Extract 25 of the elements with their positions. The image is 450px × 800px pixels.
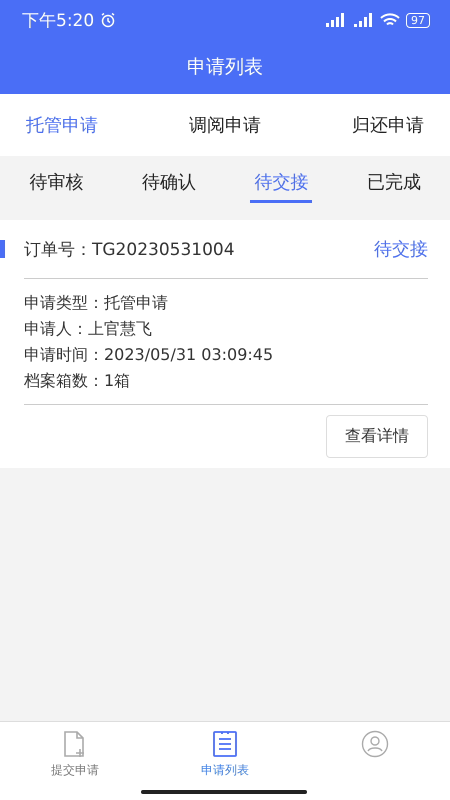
order-field: 申请类型：托管申请 bbox=[24, 291, 428, 314]
status-time: 下午5:20 bbox=[22, 10, 94, 32]
battery-indicator: 97 bbox=[406, 12, 430, 28]
nav-item[interactable]: 提交申请 bbox=[0, 722, 150, 800]
status-tab[interactable]: 待交接 bbox=[250, 164, 312, 202]
signal-icon bbox=[354, 13, 374, 27]
view-details-button[interactable]: 查看详情 bbox=[326, 415, 428, 458]
status-tab[interactable]: 已完成 bbox=[362, 164, 425, 202]
order-number: 订单号：TG20230531004 bbox=[24, 238, 235, 260]
status-tab[interactable]: 待审核 bbox=[25, 164, 88, 202]
status-tab[interactable]: 待确认 bbox=[138, 164, 200, 202]
page-title: 申请列表 bbox=[187, 55, 263, 80]
order-field: 申请人：上官慧飞 bbox=[24, 317, 428, 340]
order-field: 档案箱数：1箱 bbox=[24, 369, 428, 392]
clipboard-list-icon bbox=[211, 730, 239, 758]
profile-icon bbox=[361, 730, 389, 758]
accent-bar bbox=[0, 240, 5, 258]
wifi-icon bbox=[380, 12, 400, 28]
order-field: 申请时间：2023/05/31 03:09:45 bbox=[24, 343, 428, 366]
tab[interactable]: 托管申请 bbox=[22, 105, 102, 145]
alarm-icon bbox=[100, 12, 116, 28]
tab[interactable]: 调阅申请 bbox=[185, 105, 265, 145]
tab[interactable]: 归还申请 bbox=[348, 105, 428, 145]
nav-item[interactable]: 申请列表 bbox=[150, 722, 300, 800]
order-status: 待交接 bbox=[374, 238, 428, 261]
